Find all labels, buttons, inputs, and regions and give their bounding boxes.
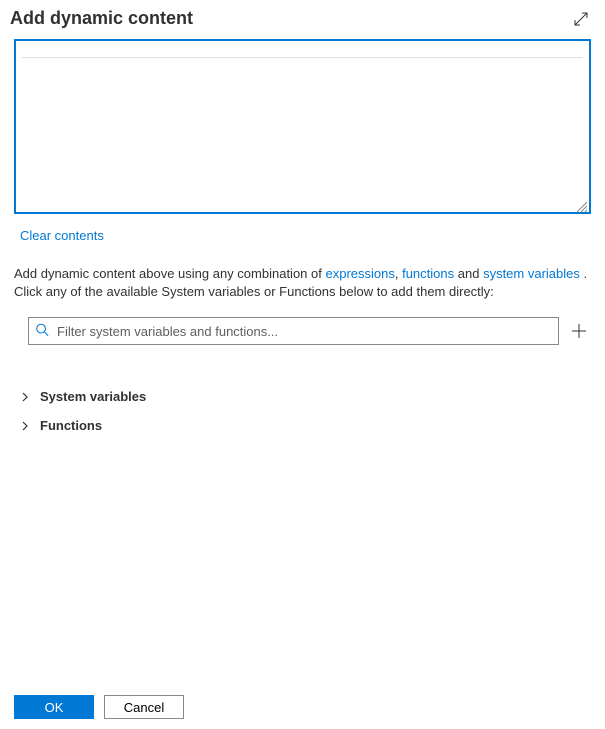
clear-contents-link[interactable]: Clear contents — [20, 228, 104, 243]
filter-input-wrap — [28, 317, 559, 345]
editor-divider — [22, 57, 583, 58]
help-and: and — [454, 266, 483, 281]
dialog-header: Add dynamic content — [0, 0, 605, 39]
chevron-right-icon — [18, 392, 32, 402]
help-period: . — [580, 266, 587, 281]
help-prefix: Add dynamic content above using any comb… — [14, 266, 325, 281]
resize-handle-icon[interactable] — [577, 200, 587, 210]
add-button[interactable] — [567, 319, 591, 343]
chevron-right-icon — [18, 421, 32, 431]
system-variables-link[interactable]: system variables — [483, 266, 580, 281]
cancel-button[interactable]: Cancel — [104, 695, 184, 719]
filter-input[interactable] — [28, 317, 559, 345]
tree-label-system-variables: System variables — [40, 389, 146, 404]
tree-section: System variables Functions — [18, 385, 591, 437]
tree-label-functions: Functions — [40, 418, 102, 433]
help-text: Add dynamic content above using any comb… — [14, 265, 591, 301]
dialog-title: Add dynamic content — [10, 8, 193, 29]
tree-item-functions[interactable]: Functions — [18, 414, 591, 437]
dialog-footer: OK Cancel — [14, 695, 184, 719]
help-comma: , — [395, 266, 402, 281]
expressions-link[interactable]: expressions — [325, 266, 394, 281]
functions-link[interactable]: functions — [402, 266, 454, 281]
dialog-body: Clear contents Add dynamic content above… — [0, 39, 605, 437]
ok-button[interactable]: OK — [14, 695, 94, 719]
tree-item-system-variables[interactable]: System variables — [18, 385, 591, 408]
help-line2: Click any of the available System variab… — [14, 284, 494, 299]
expression-editor[interactable] — [14, 39, 591, 214]
expand-icon[interactable] — [571, 9, 591, 29]
filter-row — [28, 317, 591, 345]
